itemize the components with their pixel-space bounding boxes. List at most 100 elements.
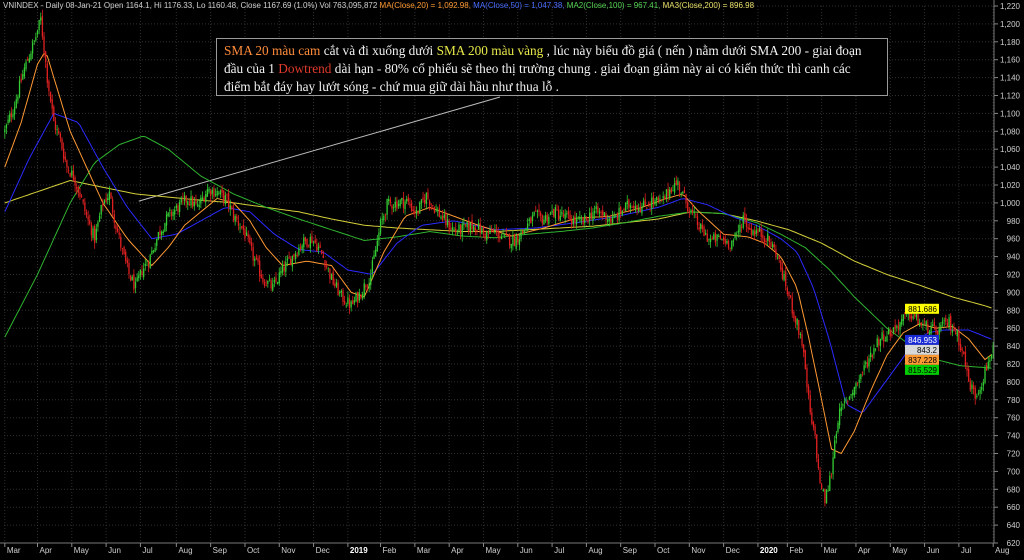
x-tick-label: Aug <box>178 546 192 555</box>
candle-body <box>415 210 418 215</box>
candle-body <box>244 228 246 239</box>
candle-body <box>853 386 855 396</box>
candle-body <box>409 203 411 206</box>
candle-body <box>914 314 916 317</box>
candle-body <box>260 274 262 279</box>
candle-body <box>799 334 802 335</box>
candle-body <box>598 211 601 214</box>
candle-body <box>531 215 534 222</box>
candle-body <box>775 249 777 258</box>
candle-body <box>391 205 393 209</box>
candle-body <box>275 277 277 282</box>
candle-body <box>592 212 594 221</box>
candle-body <box>510 243 512 248</box>
candle-body <box>631 207 633 208</box>
candle-body <box>239 227 241 229</box>
candle-body <box>579 216 581 220</box>
candle-body <box>752 230 754 235</box>
candle-body <box>144 263 146 266</box>
y-tick-label: 1,100 <box>1000 109 1021 118</box>
candle-body <box>749 227 751 230</box>
candle-body <box>450 228 452 230</box>
candle-body <box>651 197 653 209</box>
candle-body <box>705 232 707 235</box>
candle-body <box>79 192 81 197</box>
candle-body <box>428 200 431 206</box>
ma200-value: MA3(Close,200) = 896.98 <box>662 1 755 10</box>
candle-body <box>13 107 16 115</box>
candle-body <box>984 368 986 383</box>
candle-body <box>628 199 630 208</box>
candle-body <box>736 233 738 235</box>
x-tick-label: May <box>485 546 500 555</box>
candle-body <box>384 214 387 216</box>
x-tick-label: 2020 <box>760 546 778 555</box>
candle-body <box>765 240 767 243</box>
candle-body <box>874 349 877 351</box>
candle-body <box>791 297 793 314</box>
candle-body <box>459 224 462 234</box>
ma50-path <box>4 112 992 413</box>
candle-body <box>504 234 506 236</box>
candle-body <box>18 80 21 97</box>
candle-body <box>758 228 761 232</box>
candle-body <box>602 210 604 216</box>
candle-body <box>771 244 774 248</box>
candle-body <box>46 63 48 83</box>
candle-body <box>675 180 677 185</box>
candle-body <box>950 315 952 331</box>
candle-body <box>58 131 60 134</box>
candle-body <box>981 386 983 390</box>
annotation-downtrend: Dowtrend <box>278 61 332 76</box>
candle-body <box>319 244 321 248</box>
candle-body <box>770 241 772 247</box>
candle-body <box>129 275 132 281</box>
candle-body <box>286 258 289 261</box>
candle-body <box>889 331 891 336</box>
candle-body <box>783 274 785 281</box>
x-tick-label: Dec <box>726 546 740 555</box>
candle-body <box>541 215 543 224</box>
candle-body <box>492 229 494 231</box>
candle-body <box>406 198 408 202</box>
candle-body <box>502 232 504 235</box>
candle-body <box>216 190 218 196</box>
candle-body <box>884 339 887 341</box>
candle-body <box>306 238 308 247</box>
candle-body <box>126 260 128 264</box>
candle-body <box>51 99 53 109</box>
candle-body <box>422 197 424 200</box>
candle-body <box>187 201 189 205</box>
candle-body <box>486 231 488 241</box>
candle-body <box>288 257 290 259</box>
candle-body <box>868 358 870 367</box>
candle-body <box>910 316 913 320</box>
candle-body <box>954 332 957 335</box>
candle-body <box>698 227 700 230</box>
candle-body <box>816 434 818 459</box>
candle-body <box>870 352 872 358</box>
candle-body <box>157 231 160 240</box>
candle-body <box>335 282 338 287</box>
candle-body <box>767 233 769 241</box>
candle-body <box>85 212 88 216</box>
candle-body <box>615 215 617 217</box>
candle-body <box>664 196 666 200</box>
candle-body <box>688 211 690 213</box>
candle-body <box>481 228 483 235</box>
candle-body <box>827 490 829 492</box>
candle-body <box>829 475 831 491</box>
candle-body <box>337 282 339 296</box>
candle-body <box>54 121 57 130</box>
candle-body <box>613 215 615 218</box>
candle-body <box>324 260 326 268</box>
candle-body <box>523 230 525 234</box>
x-tick-label: Apr <box>39 546 52 555</box>
candle-body <box>487 230 490 233</box>
candle-body <box>897 325 900 330</box>
candle-body <box>582 217 584 225</box>
candle-body <box>484 233 486 239</box>
candle-body <box>948 317 950 327</box>
x-tick-label: Aug <box>995 546 1009 555</box>
candle-body <box>252 247 254 261</box>
